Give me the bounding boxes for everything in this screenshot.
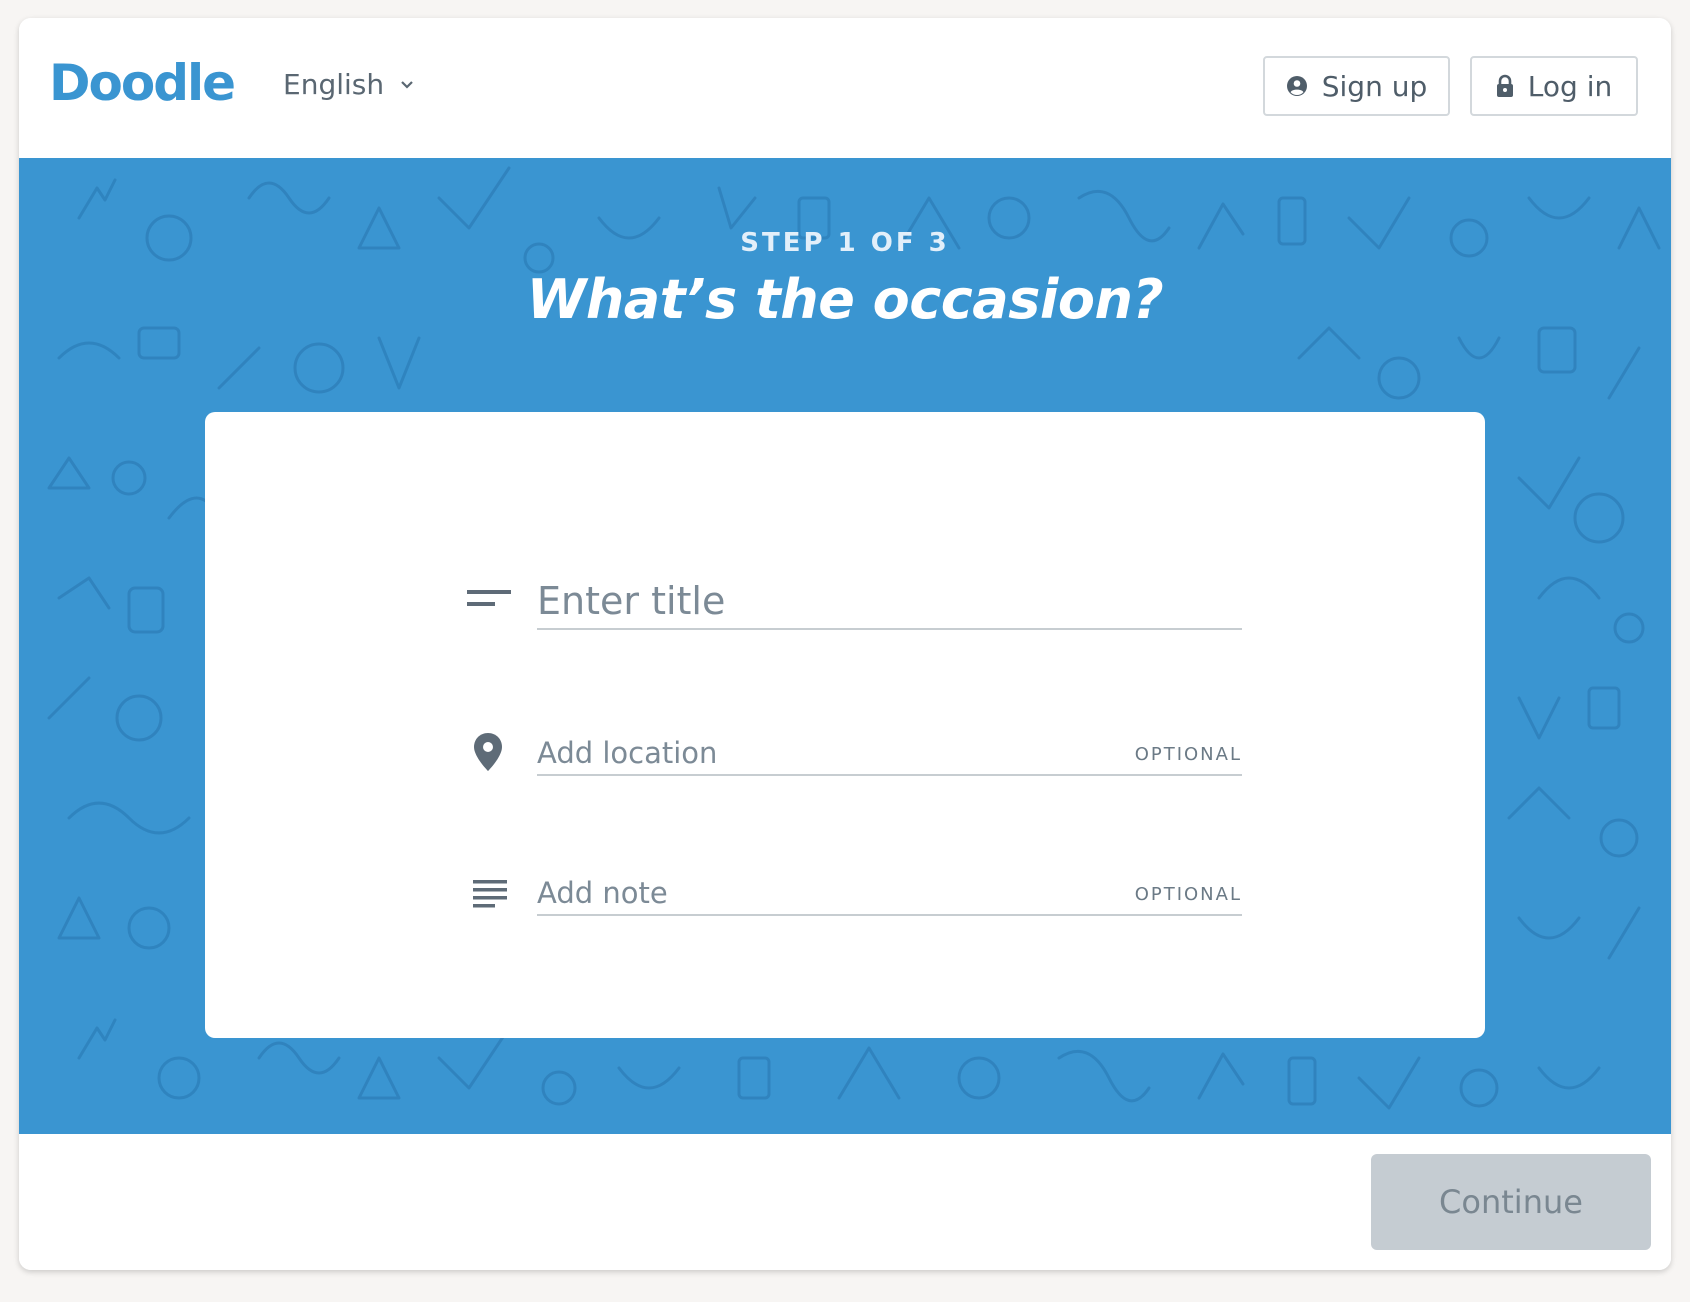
note-optional-label: OPTIONAL: [1134, 884, 1242, 905]
doodle-logo[interactable]: Doodle: [49, 54, 236, 112]
lock-icon: [1496, 74, 1514, 98]
poll-details-card: OPTIONAL OPTIONAL: [205, 412, 1485, 1038]
step-indicator: STEP 1 OF 3: [740, 228, 950, 258]
title-lines-icon: [467, 590, 511, 616]
user-circle-icon: [1286, 75, 1308, 97]
log-in-button[interactable]: Log in: [1470, 56, 1638, 116]
note-field: OPTIONAL: [537, 874, 1242, 916]
map-pin-icon: [473, 732, 503, 776]
language-selector[interactable]: English: [283, 68, 414, 101]
page-title: What’s the occasion?: [526, 268, 1164, 331]
location-field: OPTIONAL: [537, 734, 1242, 776]
sign-up-label: Sign up: [1321, 69, 1428, 103]
note-input[interactable]: [537, 874, 1097, 912]
app-window: Doodle English Sign up Log in STEP 1 OF …: [19, 18, 1671, 1270]
sign-up-button[interactable]: Sign up: [1263, 56, 1450, 116]
hero-banner: STEP 1 OF 3 What’s the occasion? Enter t…: [19, 158, 1671, 1134]
location-input[interactable]: [537, 734, 1097, 772]
continue-button[interactable]: Continue: [1371, 1154, 1651, 1250]
note-lines-icon: [473, 880, 507, 914]
chevron-down-icon: [400, 80, 414, 90]
location-optional-label: OPTIONAL: [1134, 744, 1242, 765]
top-header: Doodle English Sign up Log in: [19, 18, 1671, 158]
title-input[interactable]: [537, 576, 1097, 626]
title-field: [537, 576, 1242, 630]
language-label: English: [283, 68, 385, 101]
footer-bar: Continue: [19, 1134, 1671, 1270]
log-in-label: Log in: [1527, 69, 1613, 103]
